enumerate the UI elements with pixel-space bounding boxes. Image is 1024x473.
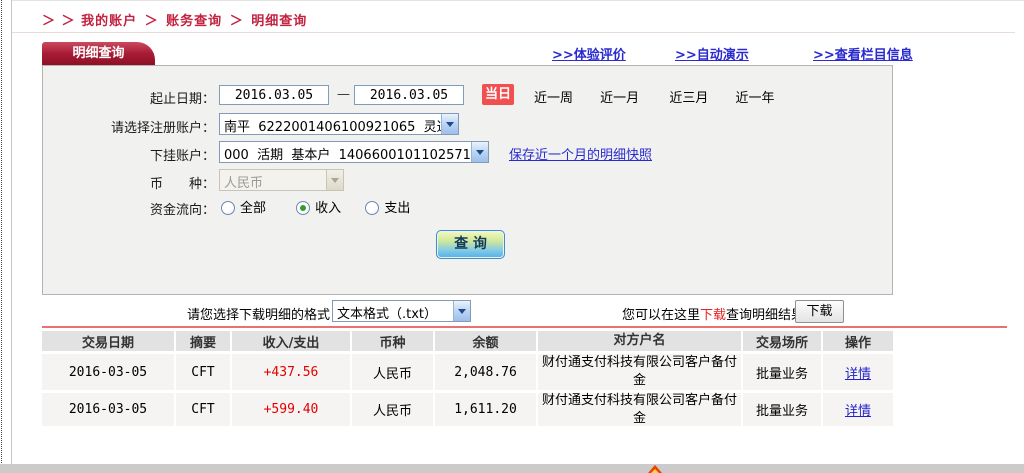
download-hint-link[interactable]: 下载	[700, 308, 726, 323]
scroll-top-icon-inner	[651, 469, 659, 473]
tab-detail-query[interactable]: 明细查询	[42, 42, 155, 65]
download-format-value: 文本格式（.txt）	[333, 301, 453, 321]
registered-account-label: 请选择注册账户：	[43, 117, 215, 136]
top-divider	[12, 0, 1024, 1]
cell-currency: 人民币	[352, 393, 435, 426]
fund-flow-label: 资金流向：	[43, 199, 215, 218]
chevron-down-icon	[326, 170, 343, 190]
radio-all-label: 全部	[240, 201, 266, 216]
chevron-down-icon[interactable]	[471, 142, 488, 162]
query-form-panel: 起止日期： — 当日 近一周 近一月 近三月 近一年 请选择注册账户： 南平 6…	[42, 65, 893, 295]
sub-account-select[interactable]: 000 活期 基本户 1406600101102571848	[219, 141, 489, 163]
range-last-month[interactable]: 近一月	[600, 87, 639, 106]
cell-amount: +599.40	[232, 393, 352, 426]
sub-account-label: 下挂账户：	[43, 145, 215, 164]
radio-income[interactable]	[296, 201, 310, 215]
breadcrumb-item-account-query[interactable]: 账务查询	[166, 14, 222, 29]
radio-expense-label: 支出	[384, 201, 410, 216]
date-to-input[interactable]	[354, 85, 464, 105]
header-date: 交易日期	[42, 331, 176, 351]
today-button[interactable]: 当日	[482, 84, 514, 105]
breadcrumb-item-my-account[interactable]: 我的账户	[81, 14, 137, 29]
cell-amount: +437.56	[232, 354, 352, 390]
cell-balance: 2,048.76	[435, 354, 538, 390]
header-counterparty: 对方户名	[538, 331, 743, 351]
cell-counterparty: 财付通支付科技有限公司客户备付金	[538, 393, 743, 426]
breadcrumb-separator: ＞	[230, 14, 244, 29]
chevron-down-icon[interactable]	[441, 114, 458, 134]
table-row: 2016-03-05 CFT +599.40 人民币 1,611.20 财付通支…	[42, 393, 893, 426]
cell-currency: 人民币	[352, 354, 435, 390]
cell-balance: 1,611.20	[435, 393, 538, 426]
date-range-dash: —	[337, 87, 350, 102]
cell-date: 2016-03-05	[42, 354, 176, 390]
breadcrumb-divider	[12, 32, 1015, 33]
header-action: 操作	[823, 331, 893, 351]
sub-account-value: 000 活期 基本户 1406600101102571848	[220, 142, 471, 162]
range-last-year[interactable]: 近一年	[735, 87, 774, 106]
header-venue: 交易场所	[743, 331, 823, 351]
fund-flow-options: 全部 收入 支出	[221, 197, 410, 216]
detail-link[interactable]: 详情	[845, 363, 871, 382]
results-table: 交易日期 摘要 收入/支出 币种 余额 对方户名 交易场所 操作 2016-03…	[42, 331, 893, 429]
range-last-quarter[interactable]: 近三月	[669, 87, 708, 106]
radio-expense[interactable]	[365, 201, 379, 215]
date-from-input[interactable]	[219, 85, 329, 105]
left-dotted-border	[1, 0, 2, 473]
breadcrumb: ＞ ＞ 我的账户 ＞ 账务查询 ＞ 明细查询	[42, 10, 307, 29]
currency-value: 人民币	[220, 170, 326, 190]
link-experience-review[interactable]: >>体验评价	[552, 44, 626, 63]
cell-counterparty: 财付通支付科技有限公司客户备付金	[538, 354, 743, 390]
cell-venue: 批量业务	[743, 354, 823, 390]
breadcrumb-separator: ＞	[145, 14, 159, 29]
cell-summary: CFT	[176, 393, 232, 426]
date-range-label: 起止日期：	[43, 88, 215, 107]
link-auto-demo[interactable]: >>自动演示	[675, 44, 749, 63]
detail-link[interactable]: 详情	[845, 400, 871, 419]
header-amount: 收入/支出	[232, 331, 352, 351]
table-header-row: 交易日期 摘要 收入/支出 币种 余额 对方户名 交易场所 操作	[42, 331, 893, 351]
save-snapshot-link[interactable]: 保存近一个月的明细快照	[509, 144, 652, 163]
download-format-label: 请您选择下载明细的格式	[42, 304, 330, 323]
download-hint-before: 您可以在这里	[622, 308, 700, 323]
red-divider	[42, 326, 1007, 328]
registered-account-select[interactable]: 南平 6222001406100921065 灵通卡	[219, 113, 459, 135]
link-view-column-info[interactable]: >>查看栏目信息	[813, 44, 913, 63]
query-button[interactable]: 查 询	[436, 230, 505, 259]
header-balance: 余额	[435, 331, 538, 351]
download-hint-after: 查询明细结果	[726, 308, 804, 323]
breadcrumb-item-detail-query[interactable]: 明细查询	[251, 14, 307, 29]
table-row: 2016-03-05 CFT +437.56 人民币 2,048.76 财付通支…	[42, 354, 893, 390]
header-currency: 币种	[352, 331, 435, 351]
page: ＞ ＞ 我的账户 ＞ 账务查询 ＞ 明细查询 明细查询 >>体验评价 >>自动演…	[0, 0, 1024, 473]
currency-label: 币 种：	[43, 173, 215, 192]
cell-venue: 批量业务	[743, 393, 823, 426]
range-last-week[interactable]: 近一周	[534, 87, 573, 106]
footer-bar	[0, 464, 1024, 473]
radio-all[interactable]	[221, 201, 235, 215]
header-summary: 摘要	[176, 331, 232, 351]
download-hint: 您可以在这里下载查询明细结果	[622, 304, 804, 323]
download-format-select[interactable]: 文本格式（.txt）	[332, 300, 471, 322]
registered-account-value: 南平 6222001406100921065 灵通卡	[220, 114, 441, 134]
radio-income-label: 收入	[315, 201, 341, 216]
cell-summary: CFT	[176, 354, 232, 390]
quick-range-row: 近一周 近一月 近三月 近一年	[534, 87, 774, 106]
breadcrumb-arrows: ＞ ＞	[42, 14, 76, 29]
left-gray-line	[11, 0, 12, 464]
chevron-down-icon[interactable]	[453, 301, 470, 321]
download-button[interactable]: 下载	[795, 300, 844, 323]
cell-date: 2016-03-05	[42, 393, 176, 426]
currency-select: 人民币	[219, 169, 344, 191]
